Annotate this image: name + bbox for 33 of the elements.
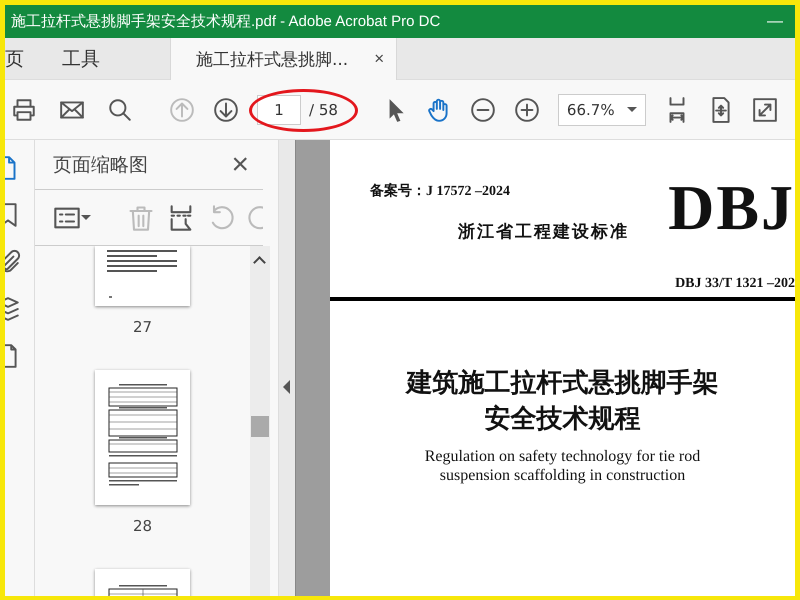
filing-number: 备案号：J 17572 –2024 [370,182,511,200]
print-icon[interactable] [11,96,37,122]
scroll-thumb[interactable] [251,416,269,437]
document-title: 安全技术规程 [484,403,640,435]
search-icon[interactable] [107,96,133,122]
window-title: 施工拉杆式悬挑脚手架安全技术规程.pdf - Adobe Acrobat Pro DC [11,12,440,31]
document-tab[interactable]: 施工拉杆式悬挑脚... × [170,38,398,80]
tab[interactable]: 页 [5,38,36,79]
page-number-field[interactable]: 1 [257,94,301,124]
page-thumbnail[interactable] [95,370,190,505]
zoom-dropdown[interactable]: 66.7% [558,94,646,126]
tab-label[interactable]: 施工拉杆式悬挑脚... [196,48,348,70]
caret-icon [626,107,637,112]
english-title: suspension scaffolding in construction [440,466,686,485]
scrollbar[interactable] [250,246,270,596]
caret-icon[interactable] [81,215,91,220]
page-number: 28 [132,517,152,535]
zoom-out-icon[interactable] [470,96,496,122]
standard-heading: 浙江省工程建设标准 [458,221,629,243]
close-panel-button[interactable]: × [231,150,249,180]
minimize-button[interactable]: — [755,6,795,36]
expand-icon[interactable] [752,96,778,122]
page-thumbnail[interactable] [95,246,190,306]
page-number: 27 [132,318,152,336]
english-title: Regulation on safety technology for tie rod [424,447,700,466]
standard-mark: DBJ [668,176,795,243]
close-tab-button[interactable]: × [372,49,386,69]
page-count: / 58 [308,100,339,118]
document-title: 建筑施工拉杆式悬挑脚手架 [406,367,718,399]
zoom-in-icon[interactable] [514,96,540,122]
panel-title: 页面缩略图 [53,152,148,178]
tab[interactable]: 工具 [62,38,112,79]
standard-code: DBJ 33/T 1321 –202 [675,276,795,292]
